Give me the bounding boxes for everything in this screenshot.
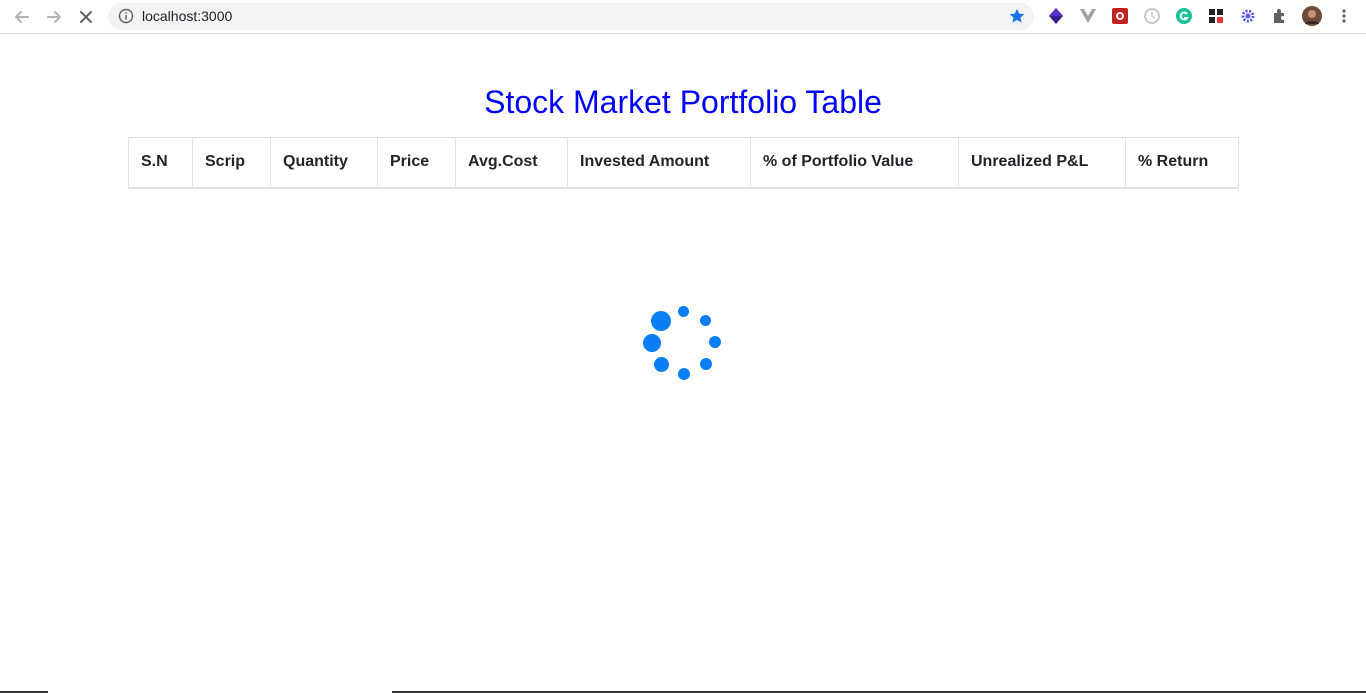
header-avg-cost: Avg.Cost: [455, 137, 568, 189]
spinner-dot: [709, 336, 721, 348]
star-icon[interactable]: [1008, 7, 1026, 25]
menu-icon[interactable]: [1335, 7, 1353, 25]
forward-icon[interactable]: [43, 6, 65, 28]
red-extension-icon[interactable]: [1111, 7, 1129, 25]
portfolio-table: S.N Scrip Quantity Price Avg.Cost Invest…: [128, 137, 1239, 189]
address-bar[interactable]: localhost:3000: [108, 3, 1034, 30]
browser-toolbar: localhost:3000: [0, 0, 1366, 34]
spinner-dot: [700, 315, 711, 326]
page-title: Stock Market Portfolio Table: [484, 84, 882, 120]
header-return: % Return: [1125, 137, 1239, 189]
header-invested-amount: Invested Amount: [567, 137, 751, 189]
header-sn: S.N: [128, 137, 193, 189]
loading-spinner-icon: [640, 302, 724, 386]
table-header-row: S.N Scrip Quantity Price Avg.Cost Invest…: [128, 137, 1239, 189]
spinner-dot: [651, 311, 671, 331]
stop-icon[interactable]: [75, 6, 97, 28]
grid-extension-icon[interactable]: [1207, 7, 1225, 25]
spinner-dot: [700, 358, 712, 370]
header-price: Price: [377, 137, 456, 189]
spinner-dot: [643, 334, 661, 352]
timer-extension-icon[interactable]: [1143, 7, 1161, 25]
extensions-icon[interactable]: [1271, 7, 1289, 25]
gear-extension-icon[interactable]: [1239, 7, 1257, 25]
header-unrealized-pl: Unrealized P&L: [958, 137, 1126, 189]
avatar[interactable]: [1302, 6, 1322, 26]
url-text[interactable]: localhost:3000: [142, 8, 232, 25]
header-quantity: Quantity: [270, 137, 378, 189]
vue-extension-icon[interactable]: [1079, 7, 1097, 25]
info-icon[interactable]: [118, 8, 134, 24]
back-icon[interactable]: [11, 6, 33, 28]
grammarly-icon[interactable]: [1175, 7, 1193, 25]
header-scrip: Scrip: [192, 137, 271, 189]
spinner-dot: [678, 306, 689, 317]
spinner-dot: [654, 357, 669, 372]
spinner-dot: [678, 368, 690, 380]
diamond-extension-icon[interactable]: [1047, 7, 1065, 25]
header-portfolio-value: % of Portfolio Value: [750, 137, 959, 189]
